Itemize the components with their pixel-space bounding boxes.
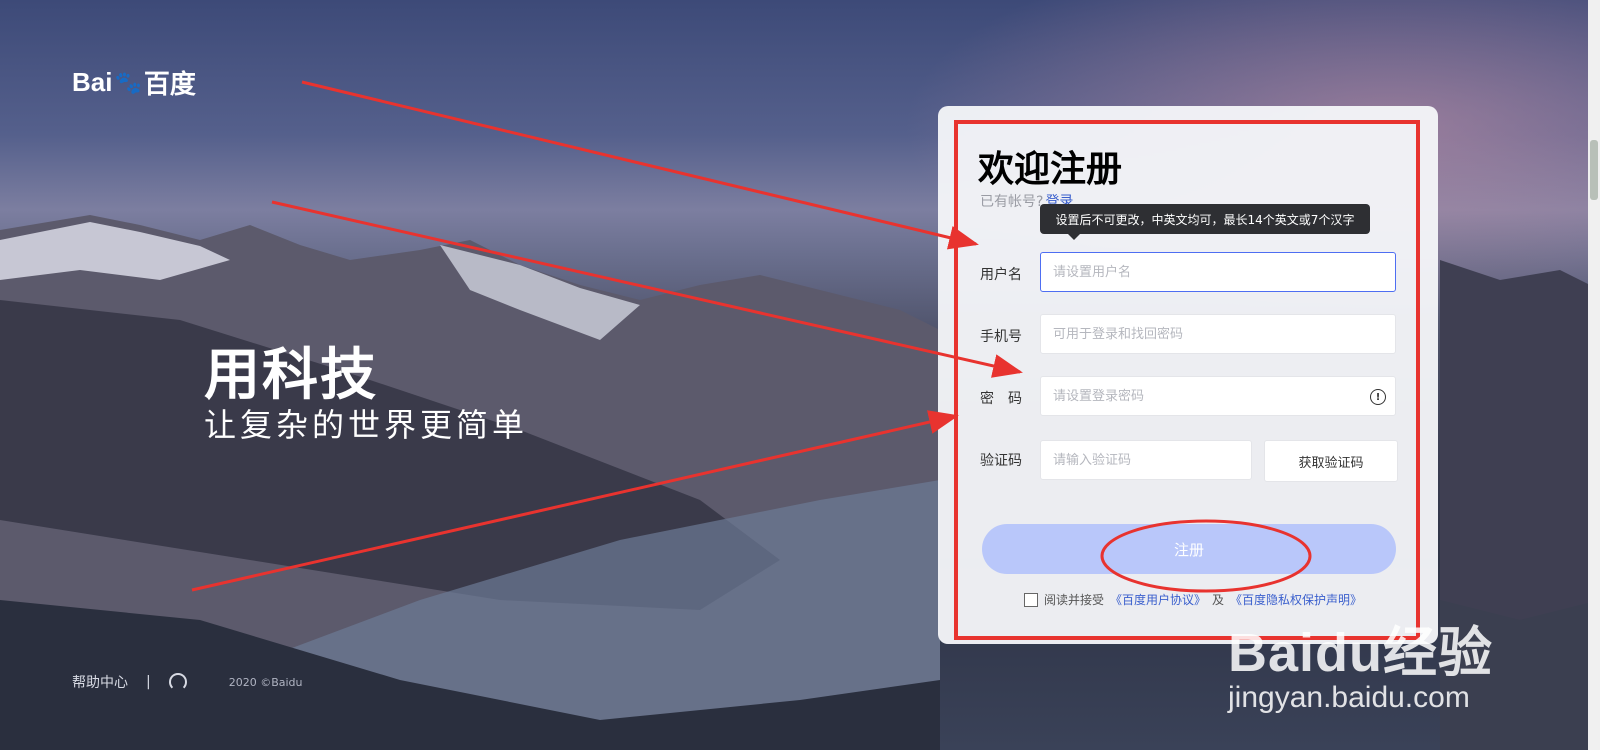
have-account-label: 已有帐号? (980, 194, 1044, 210)
privacy-link[interactable]: 《百度隐私权保护声明》 (1230, 591, 1362, 608)
agree-and: 及 (1212, 593, 1225, 607)
headset-icon[interactable] (168, 673, 187, 691)
slogan-sub: 让复杂的世界更简单 (204, 406, 529, 444)
password-input[interactable] (1040, 376, 1396, 416)
username-input[interactable] (1040, 252, 1396, 292)
password-info-icon[interactable]: ! (1370, 389, 1386, 405)
copyright: 2020 ©Baidu (228, 675, 303, 689)
code-input[interactable] (1040, 440, 1252, 480)
watermark-main: Baidu经验 (1228, 623, 1494, 683)
watermark-sub: jingyan.baidu.com (1228, 681, 1470, 714)
agree-checkbox[interactable] (1024, 592, 1038, 607)
footer: 帮助中心 | 2020 ©Baidu (72, 672, 303, 692)
register-button[interactable]: 注册 (982, 524, 1396, 574)
agreement-row: 阅读并接受 《百度用户协议》 及 《百度隐私权保护声明》 (1024, 591, 1362, 608)
logo-text-right: 百度 (143, 69, 196, 99)
phone-input[interactable] (1040, 314, 1396, 354)
user-agreement-link[interactable]: 《百度用户协议》 (1110, 591, 1206, 608)
baidu-jingyan-watermark: Baidu经验 jingyan.baidu.com (1228, 608, 1493, 715)
agree-prefix: 阅读并接受 (1044, 593, 1105, 607)
register-title: 欢迎注册 (978, 149, 1123, 190)
username-tooltip: 设置后不可更改，中英文均可，最长14个英文或7个汉字 (1040, 204, 1370, 240)
code-label: 验证码 (980, 453, 1022, 469)
phone-label: 手机号 (980, 329, 1022, 345)
paw-icon: 🐾 (114, 69, 142, 95)
scroll-thumb[interactable] (1590, 140, 1598, 200)
baidu-logo[interactable]: Bai 🐾 百度 (72, 64, 196, 101)
get-code-button[interactable]: 获取验证码 (1264, 440, 1398, 482)
password-label: 密 码 (980, 391, 1022, 407)
logo-text-left: Bai (72, 67, 113, 97)
footer-separator: | (146, 674, 151, 690)
username-label: 用户名 (980, 267, 1022, 283)
help-center-link[interactable]: 帮助中心 (72, 672, 128, 692)
scrollbar[interactable] (1588, 0, 1600, 750)
slogan-main: 用科技 (204, 343, 378, 408)
